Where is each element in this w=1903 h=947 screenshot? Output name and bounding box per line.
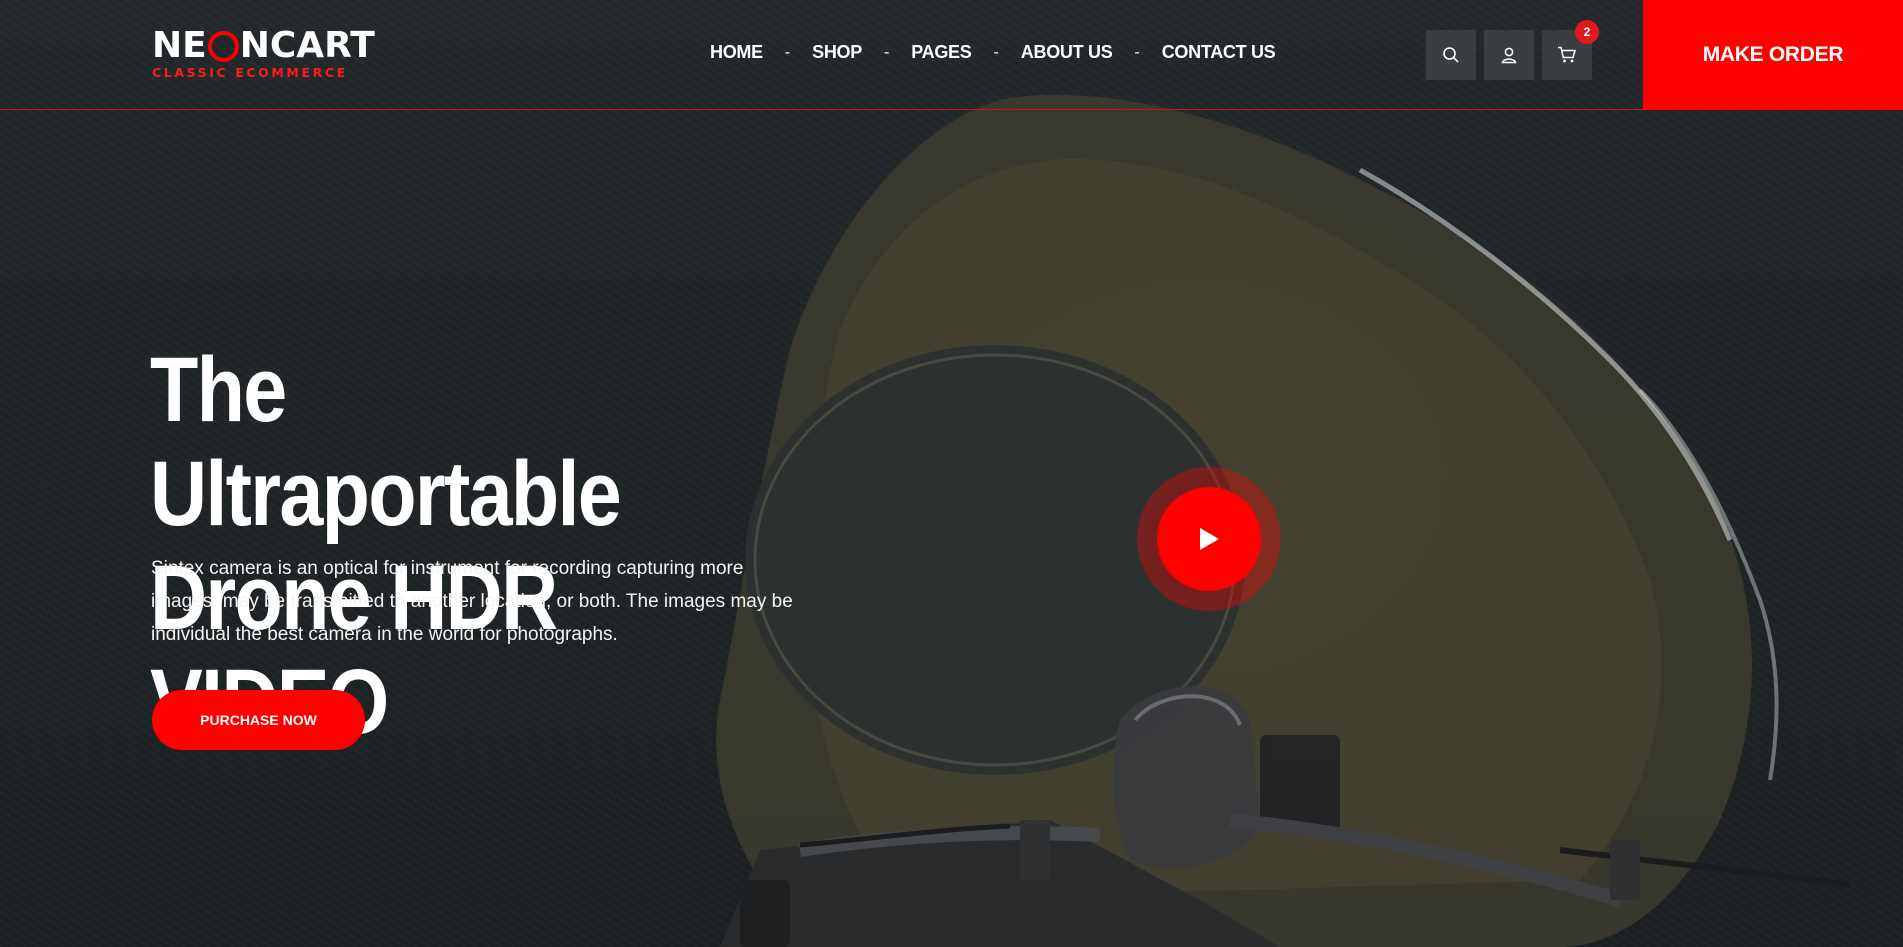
video-play-button[interactable]	[1137, 467, 1281, 611]
hero-title-line-1: The Ultraportable	[150, 339, 622, 545]
brand-logo[interactable]: NE NCART CLASSIC ECOMMERCE	[152, 26, 375, 81]
nav-item-about-us[interactable]: ABOUT US	[1021, 42, 1113, 63]
logo-text-prefix: NE	[152, 25, 207, 66]
logo-ring-icon	[207, 30, 239, 62]
site-header: NE NCART CLASSIC ECOMMERCE HOME - SHOP - …	[0, 0, 1903, 110]
cart-icon	[1558, 46, 1576, 63]
make-order-button[interactable]: MAKE ORDER	[1643, 0, 1903, 110]
logo-wordmark: NE NCART	[152, 26, 375, 66]
main-navigation: HOME - SHOP - PAGES - ABOUT US - CONTACT…	[710, 42, 1276, 63]
nav-item-contact-us[interactable]: CONTACT US	[1162, 42, 1276, 63]
nav-item-pages[interactable]: PAGES	[911, 42, 971, 63]
nav-item-shop[interactable]: SHOP	[812, 42, 862, 63]
account-button[interactable]	[1484, 30, 1534, 80]
user-icon	[1501, 47, 1517, 64]
cart-button[interactable]: 2	[1542, 20, 1599, 80]
purchase-now-button[interactable]: PURCHASE NOW	[152, 690, 365, 750]
hero-description: Sintex camera is an optical for instrume…	[151, 558, 793, 645]
logo-text-suffix: NCART	[239, 25, 375, 66]
play-button-circle	[1157, 487, 1261, 591]
nav-separator: -	[784, 43, 791, 61]
nav-separator: -	[1134, 43, 1140, 61]
cart-count-badge: 2	[1575, 20, 1599, 44]
search-icon	[1443, 47, 1459, 63]
nav-separator: -	[993, 43, 999, 61]
search-button[interactable]	[1426, 30, 1476, 80]
nav-item-home[interactable]: HOME	[710, 42, 763, 63]
play-icon	[1200, 528, 1219, 550]
logo-tagline: CLASSIC ECOMMERCE	[152, 65, 348, 80]
nav-separator: -	[883, 43, 890, 61]
